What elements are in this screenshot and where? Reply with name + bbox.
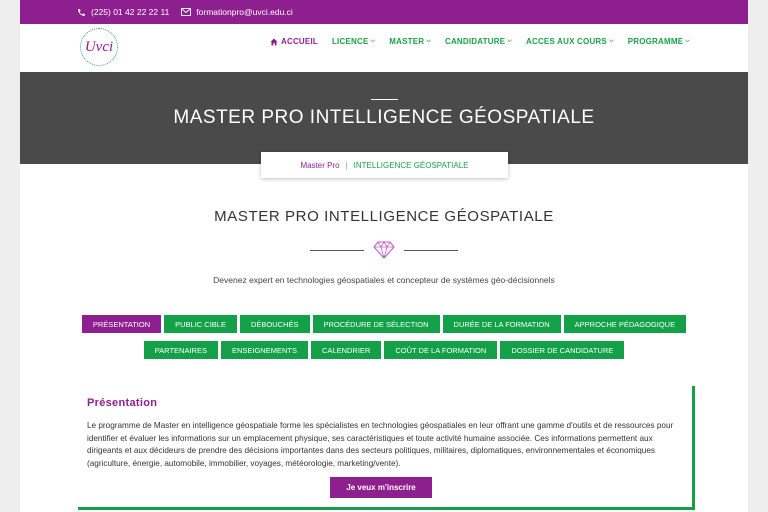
phone-icon — [78, 8, 85, 16]
tab-debouches[interactable]: DÉBOUCHÉS — [239, 315, 310, 333]
nav-licence[interactable]: LICENCE ⌵ — [332, 37, 375, 46]
tab-partenaires[interactable]: PARTENAIRES — [143, 341, 218, 359]
phone-number: (225) 01 42 22 22 11 — [91, 7, 170, 17]
nav-programme[interactable]: PROGRAMME ⌵ — [628, 37, 690, 46]
tab-public-cible[interactable]: PUBLIC CIBLE — [164, 315, 237, 333]
site-logo[interactable]: Uvci — [80, 28, 118, 66]
main-nav: ACCUEIL LICENCE ⌵ MASTER ⌵ CANDIDATURE ⌵ AC… — [270, 37, 704, 46]
tab-duree-de-la-formation[interactable]: DURÉE DE LA FORMATION — [442, 315, 561, 333]
section-title: MASTER PRO INTELLIGENCE GÉOSPATIALE — [214, 208, 554, 225]
divider-line-right — [404, 250, 458, 251]
tabs-row-2: PARTENAIRES ENSEIGNEMENTS CALENDRIER COÛ… — [20, 341, 748, 359]
banner-divider — [371, 99, 398, 100]
header: Uvci ACCUEIL LICENCE ⌵ MASTER ⌵ CANDIDATUR… — [20, 24, 748, 72]
breadcrumb-separator: | — [345, 160, 348, 170]
section-subtitle: Devenez expert en technologies géospatia… — [213, 275, 555, 285]
page: (225) 01 42 22 22 11 formationpro@uvci.e… — [20, 0, 748, 512]
chevron-down-icon: ⌵ — [507, 38, 512, 44]
chevron-down-icon: ⌵ — [685, 38, 691, 44]
nav-candidature[interactable]: CANDIDATURE ⌵ — [445, 37, 512, 46]
tab-enseignements[interactable]: ENSEIGNEMENTS — [220, 341, 308, 359]
breadcrumb-master-pro[interactable]: Master Pro — [300, 161, 339, 170]
register-button[interactable]: Je veux m'inscrire — [330, 477, 432, 498]
envelope-icon — [181, 8, 192, 16]
email-address: formationpro@uvci.edu.ci — [196, 7, 293, 17]
tab-cout-de-la-formation[interactable]: COÛT DE LA FORMATION — [384, 341, 498, 359]
chevron-down-icon: ⌵ — [426, 38, 431, 44]
tab-approche-pedagogique[interactable]: APPROCHE PÉDAGOGIQUE — [563, 315, 687, 333]
phone-contact[interactable]: (225) 01 42 22 22 11 — [77, 7, 169, 17]
content-title: Présentation — [87, 397, 158, 409]
tabs-row-1: PRÉSENTATION PUBLIC CIBLE DÉBOUCHÉS PROC… — [20, 315, 748, 333]
home-icon — [270, 38, 278, 45]
tab-calendrier[interactable]: CALENDRIER — [310, 341, 382, 359]
page-banner: MASTER PRO INTELLIGENCE GÉOSPATIALE — [20, 72, 748, 164]
email-contact[interactable]: formationpro@uvci.edu.ci — [181, 7, 293, 17]
tab-content-panel: Présentation Le programme de Master en i… — [78, 386, 695, 510]
divider-line-left — [310, 250, 364, 251]
top-bar: (225) 01 42 22 22 11 formationpro@uvci.e… — [20, 0, 748, 24]
nav-master[interactable]: MASTER ⌵ — [389, 37, 431, 46]
chevron-down-icon: ⌵ — [370, 38, 376, 44]
logo-text: Uvci — [84, 38, 114, 55]
tab-presentation[interactable]: PRÉSENTATION — [81, 315, 162, 333]
breadcrumb: Master Pro | INTELLIGENCE GÉOSPATIALE — [261, 152, 508, 178]
banner-title: MASTER PRO INTELLIGENCE GÉOSPATIALE — [173, 107, 595, 128]
nav-accueil[interactable]: ACCUEIL — [270, 37, 318, 46]
content-body: Le programme de Master en intelligence g… — [87, 421, 674, 468]
diamond-icon — [373, 241, 395, 259]
tab-procedure-de-selection[interactable]: PROCÉDURE DE SÉLECTION — [312, 315, 440, 333]
tab-dossier-de-candidature[interactable]: DOSSIER DE CANDIDATURE — [500, 341, 625, 359]
breadcrumb-current: INTELLIGENCE GÉOSPATIALE — [353, 160, 469, 170]
chevron-down-icon: ⌵ — [608, 38, 614, 44]
nav-acces-aux-cours[interactable]: ACCES AUX COURS ⌵ — [526, 37, 614, 46]
